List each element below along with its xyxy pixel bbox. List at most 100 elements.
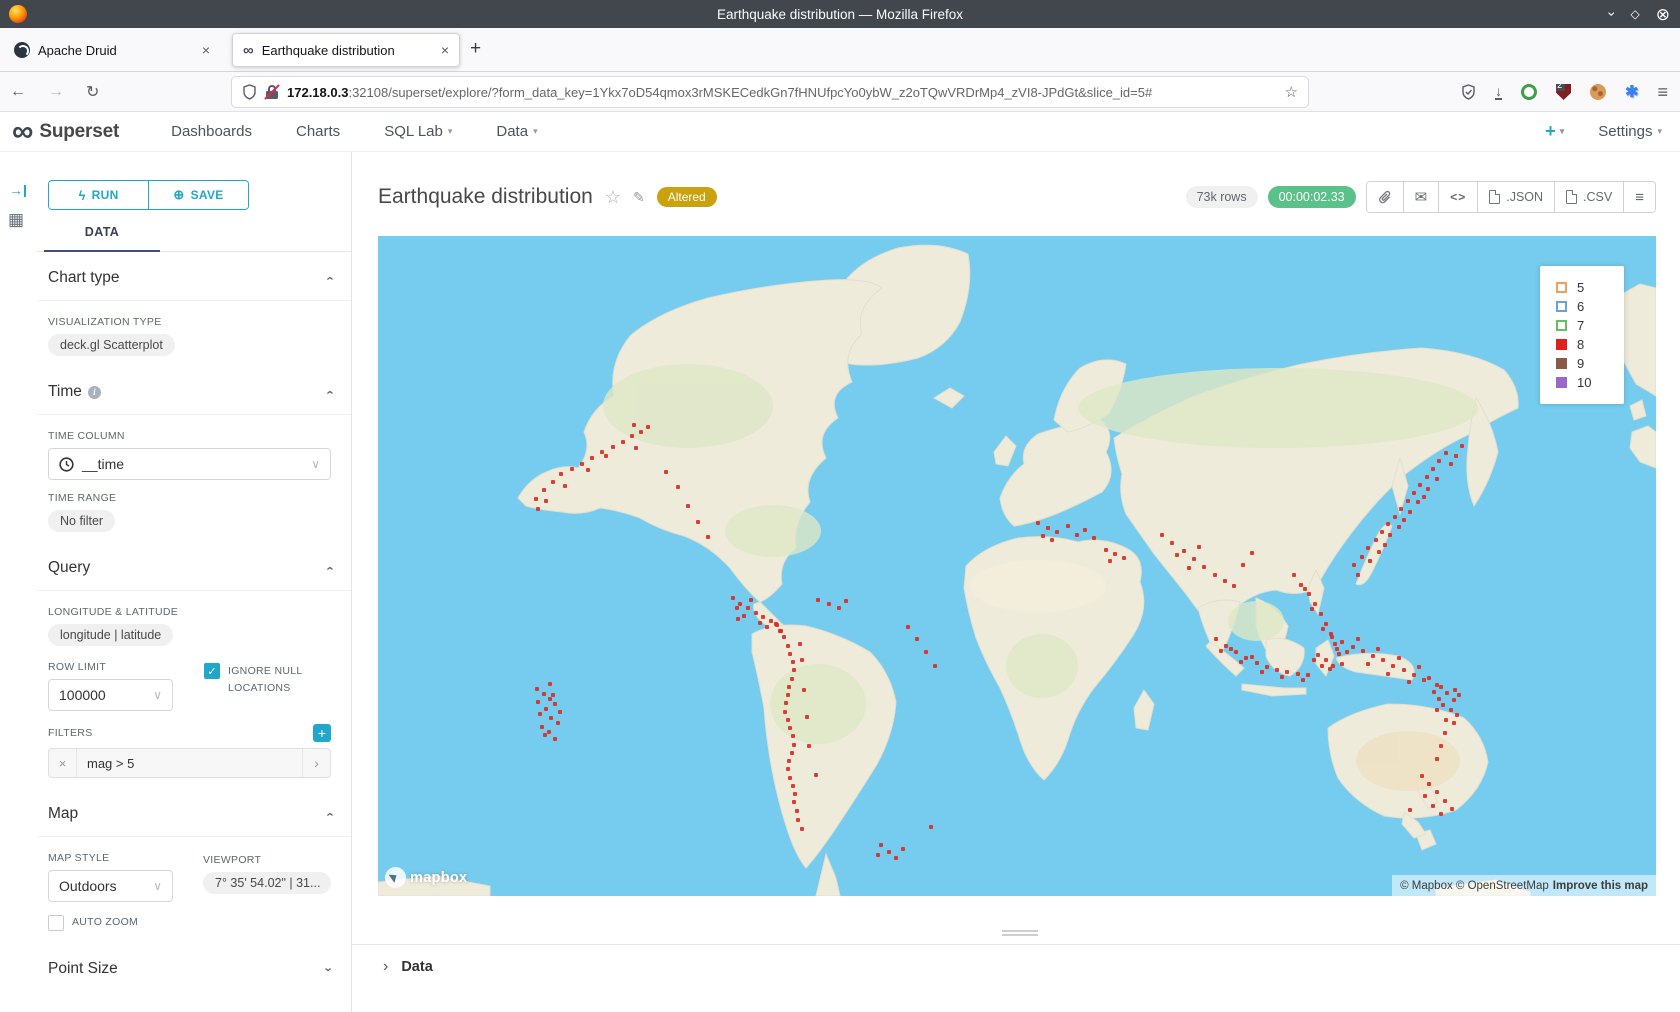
earthquake-point <box>1416 500 1420 504</box>
improve-map-link[interactable]: Improve this map <box>1553 880 1648 892</box>
nav-label: Charts <box>296 123 340 140</box>
downloads-icon[interactable]: ↓ <box>1495 85 1502 100</box>
legend-entry-9[interactable]: 9 <box>1556 356 1624 371</box>
earthquake-point <box>1455 713 1459 717</box>
time-range-value[interactable]: No filter <box>48 510 115 532</box>
map-style-select[interactable]: Outdoors ∨ <box>48 870 173 902</box>
add-filter-button[interactable]: + <box>313 724 331 742</box>
shield-permissions-icon[interactable] <box>242 84 257 100</box>
section-point-size[interactable]: Point Size › <box>37 943 351 991</box>
favorite-star-icon[interactable]: ☆ <box>605 187 621 208</box>
forward-icon[interactable]: → <box>48 83 64 101</box>
chevron-up-icon[interactable]: › <box>321 390 336 394</box>
dataset-grid-icon[interactable]: ▦ <box>8 210 24 230</box>
collapse-panel-icon[interactable]: → <box>9 182 26 198</box>
earthquake-point <box>769 619 773 623</box>
earthquake-point <box>1160 533 1164 537</box>
ublock-extension-icon[interactable]: 2 <box>1556 84 1571 100</box>
tab-close-icon[interactable]: × <box>441 42 449 58</box>
edit-properties-icon[interactable]: ✎ <box>633 189 645 206</box>
url-text[interactable]: 172.18.0.3:32108/superset/explore/?form_… <box>287 85 1277 100</box>
back-icon[interactable]: ← <box>10 83 26 101</box>
pane-drag-handle[interactable] <box>1002 928 1038 938</box>
earthquake-point <box>535 687 539 691</box>
filter-chip[interactable]: × mag > 5 › <box>48 748 331 778</box>
attribution-text[interactable]: © Mapbox © OpenStreetMap <box>1400 880 1549 892</box>
export-json-button[interactable]: .JSON <box>1477 182 1554 212</box>
section-query[interactable]: Query › <box>37 542 351 591</box>
viewport-value[interactable]: 7° 35' 54.02" | 31... <box>203 872 331 894</box>
earthquake-point <box>586 468 590 472</box>
copy-link-button[interactable] <box>1367 182 1403 212</box>
filter-expression[interactable]: mag > 5 <box>77 749 302 777</box>
map-canvas[interactable]: 5678910 mapbox © Mapbox © OpenStreetMap … <box>378 236 1656 896</box>
extension-green-icon[interactable] <box>1521 84 1537 100</box>
nav-item-dashboards[interactable]: Dashboards <box>171 123 252 140</box>
chevron-up-icon[interactable]: › <box>321 812 336 816</box>
lonlat-value[interactable]: longitude | latitude <box>48 624 173 646</box>
settings-menu[interactable]: Settings▾ <box>1598 123 1662 140</box>
nav-item-charts[interactable]: Charts <box>296 123 340 140</box>
section-time[interactable]: Timei › <box>37 366 351 415</box>
legend-entry-8[interactable]: 8 <box>1556 337 1624 352</box>
save-button[interactable]: ⊕SAVE <box>148 181 248 209</box>
checkbox-unchecked[interactable] <box>48 915 64 931</box>
cookie-extension-icon[interactable] <box>1590 84 1606 100</box>
earthquake-point <box>1439 744 1443 748</box>
insecure-lock-icon[interactable] <box>265 84 279 100</box>
email-button[interactable]: ✉ <box>1403 182 1439 212</box>
chevron-up-icon[interactable]: › <box>321 566 336 570</box>
earthquake-point <box>1285 670 1289 674</box>
tab-data[interactable]: DATA <box>44 225 160 239</box>
bookmark-star-icon[interactable]: ☆ <box>1285 83 1298 101</box>
legend-entry-7[interactable]: 7 <box>1556 318 1624 333</box>
auto-zoom-checkbox-row[interactable]: AUTO ZOOM <box>48 914 203 931</box>
checkbox-checked-icon[interactable]: ✓ <box>204 663 220 679</box>
earthquake-point <box>749 598 753 602</box>
tab-close-icon[interactable]: × <box>202 42 210 58</box>
earthquake-point <box>1368 559 1372 563</box>
legend-entry-6[interactable]: 6 <box>1556 299 1624 314</box>
chart-area: Earthquake distribution ☆ ✎ Altered 73k … <box>352 152 1680 1012</box>
app-menu-icon[interactable]: ≡ <box>1657 82 1668 103</box>
earthquake-point <box>551 480 555 484</box>
snowflake-extension-icon[interactable]: ✱ <box>1625 82 1638 102</box>
protections-shield-icon[interactable] <box>1461 84 1476 100</box>
section-map[interactable]: Map › <box>37 788 351 837</box>
new-tab-button[interactable]: + <box>470 38 481 60</box>
chevron-down-icon[interactable]: › <box>321 967 336 971</box>
superset-brand[interactable]: ∞ Superset <box>12 118 119 146</box>
legend-entry-10[interactable]: 10 <box>1556 375 1624 390</box>
altered-badge[interactable]: Altered <box>657 187 717 207</box>
reload-icon[interactable]: ↻ <box>86 82 99 102</box>
new-dropdown-button[interactable]: +▾ <box>1545 121 1564 142</box>
run-button[interactable]: ϟRUN <box>49 181 148 209</box>
chevron-up-icon[interactable]: › <box>321 276 336 280</box>
more-options-button[interactable]: ≡ <box>1623 182 1655 212</box>
nav-item-data[interactable]: Data▾ <box>496 123 537 140</box>
section-chart-type[interactable]: Chart type › <box>37 252 351 301</box>
url-bar[interactable]: 172.18.0.3:32108/superset/explore/?form_… <box>232 77 1308 107</box>
legend-entry-5[interactable]: 5 <box>1556 280 1624 295</box>
remove-filter-icon[interactable]: × <box>49 749 77 777</box>
embed-code-button[interactable]: <> <box>1438 182 1477 212</box>
maximize-icon[interactable]: ◇ <box>1631 8 1640 20</box>
earthquake-point <box>1460 444 1464 448</box>
chevron-right-icon[interactable]: › <box>302 749 330 777</box>
mapbox-logo[interactable]: mapbox <box>385 867 467 888</box>
row-limit-select[interactable]: 100000 ∨ <box>48 679 173 711</box>
caret-down-icon: ▾ <box>533 126 538 137</box>
select-caret-icon: ∨ <box>153 688 162 702</box>
export-csv-button[interactable]: .CSV <box>1554 182 1623 212</box>
data-panel-header[interactable]: › Data <box>383 952 433 982</box>
earthquake-point <box>1175 553 1179 557</box>
close-icon[interactable]: ⊗ <box>1656 6 1670 23</box>
tab-earthquake-distribution[interactable]: ∞ Earthquake distribution × <box>232 33 460 67</box>
nav-item-sql-lab[interactable]: SQL Lab▾ <box>384 123 452 140</box>
viz-type-value[interactable]: deck.gl Scatterplot <box>48 334 175 356</box>
tab-apache-druid[interactable]: Apache Druid × <box>4 33 220 67</box>
ignore-null-checkbox-row[interactable]: ✓ IGNORE NULL LOCATIONS <box>204 663 331 697</box>
time-column-select[interactable]: __time ∨ <box>48 448 331 480</box>
earthquake-point <box>686 504 690 508</box>
minimize-icon[interactable]: › <box>1605 12 1619 17</box>
